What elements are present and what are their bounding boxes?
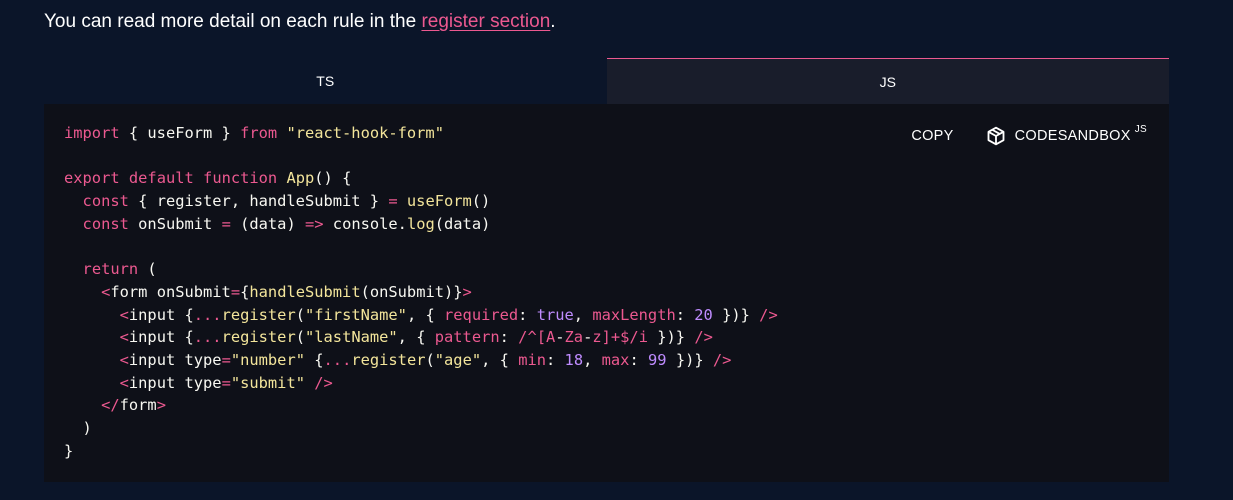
code-panel: import { useForm } from "react-hook-form… <box>44 104 1169 482</box>
codesandbox-lang-suffix: JS <box>1134 123 1147 135</box>
codesandbox-label: CODESANDBOX <box>1014 128 1131 144</box>
intro-text: You can read more detail on each rule in… <box>44 11 422 32</box>
codesandbox-button[interactable]: CODESANDBOX JS <box>986 123 1147 146</box>
copy-button[interactable]: COPY <box>911 128 953 144</box>
tab-ts[interactable]: TS <box>44 58 607 104</box>
code-block: import { useForm } from "react-hook-form… <box>64 122 778 463</box>
code-toolbar: COPY CODESANDBOX JS <box>911 123 1147 146</box>
tab-js[interactable]: JS <box>606 58 1169 104</box>
register-section-link[interactable]: register section <box>421 11 550 32</box>
intro-suffix: . <box>550 11 556 32</box>
code-content: import { useForm } from "react-hook-form… <box>64 124 778 460</box>
codesandbox-cube-icon <box>987 126 1005 146</box>
intro-paragraph: You can read more detail on each rule in… <box>44 9 556 35</box>
language-tabs: TS JS <box>44 58 1169 104</box>
